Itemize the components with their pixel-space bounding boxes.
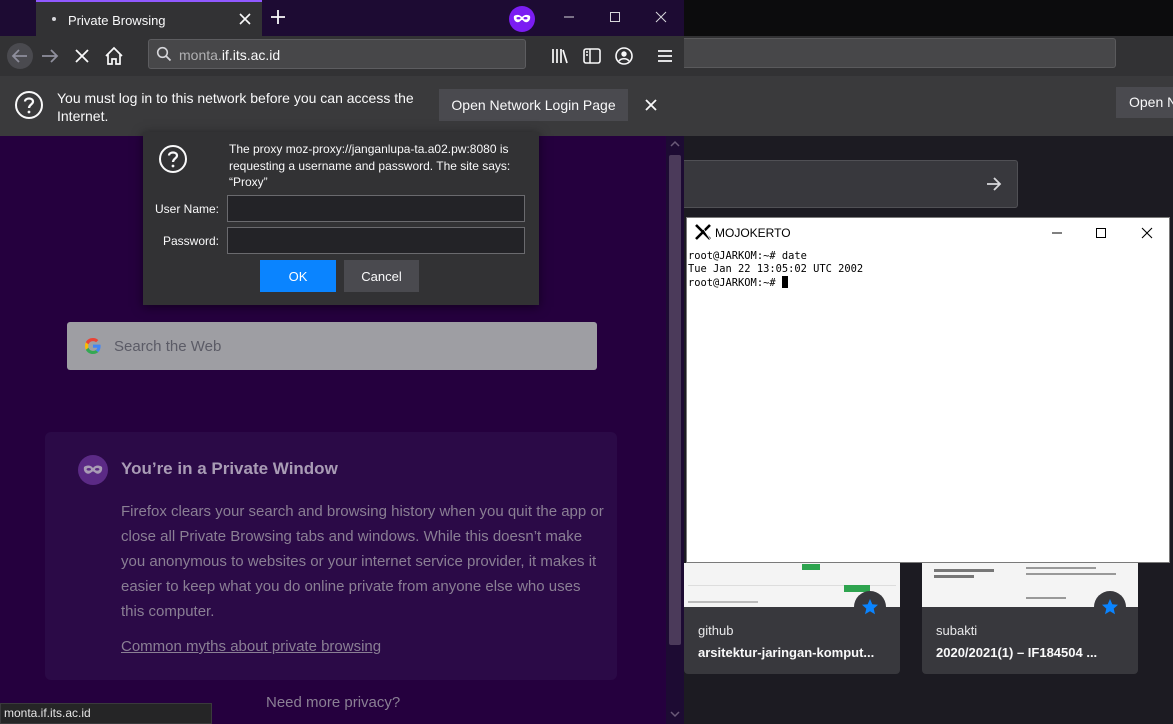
tab-private-browsing[interactable]: Private Browsing — [36, 0, 262, 36]
google-icon — [85, 338, 101, 354]
username-field[interactable] — [227, 195, 525, 222]
maximize-icon[interactable] — [606, 8, 624, 26]
network-login-notification: You must log in to this network before y… — [0, 76, 684, 136]
close-icon[interactable] — [1138, 224, 1156, 242]
ok-button[interactable]: OK — [260, 260, 336, 292]
library-icon[interactable] — [548, 44, 572, 68]
private-window-description: Firefox clears your search and browsing … — [121, 503, 604, 620]
terminal-output[interactable]: root@JARKOM:~# date Tue Jan 22 13:05:02 U… — [688, 250, 863, 290]
scroll-down-icon[interactable] — [669, 709, 681, 719]
sidebar-icon[interactable] — [580, 44, 604, 68]
search-icon — [156, 46, 172, 62]
account-icon[interactable] — [612, 44, 636, 68]
url-text: monta.if.its.ac.id — [179, 47, 280, 63]
url-prefix: monta. — [179, 47, 222, 63]
background-titlebar — [684, 0, 1173, 36]
cancel-button[interactable]: Cancel — [344, 260, 419, 292]
forward-icon[interactable] — [38, 44, 62, 68]
back-icon[interactable] — [6, 42, 34, 70]
minimize-icon[interactable] — [1048, 224, 1066, 242]
scroll-up-icon[interactable] — [669, 139, 681, 149]
tile-host: subakti — [936, 623, 978, 638]
open-network-login-button[interactable]: Open Network Login Page — [439, 89, 628, 121]
auth-message: The proxy moz-proxy://janganlupa-ta.a02.… — [229, 142, 511, 189]
arrow-right-icon[interactable] — [984, 174, 1004, 194]
terminal-prompt-line: root@JARKOM:~# — [688, 276, 863, 290]
password-label: Password: — [162, 234, 219, 248]
minimize-icon[interactable] — [560, 8, 578, 26]
close-tab-icon[interactable] — [236, 10, 254, 28]
terminal-line: Tue Jan 22 13:05:02 UTC 2002 — [688, 263, 864, 275]
proxy-auth-dialog: The proxy moz-proxy://janganlupa-ta.a02.… — [143, 132, 539, 305]
private-window-title: You’re in a Private Window — [121, 459, 338, 478]
stop-icon[interactable] — [70, 44, 94, 68]
x-logo-icon — [695, 224, 711, 240]
url-bar[interactable]: monta.if.its.ac.id — [148, 39, 526, 69]
scrollbar-thumb[interactable] — [669, 155, 681, 645]
menu-icon[interactable] — [653, 44, 677, 68]
password-field[interactable] — [227, 227, 525, 254]
background-open-login-button[interactable]: Open N — [1116, 87, 1173, 118]
top-site-tile[interactable]: github arsitektur-jaringan-komput... — [684, 563, 900, 674]
help-icon — [15, 91, 43, 119]
background-notification-bar — [684, 76, 1173, 136]
pin-star-icon — [854, 591, 886, 623]
username-label: User Name: — [154, 202, 219, 216]
text-cursor — [781, 276, 788, 288]
background-url-bar[interactable] — [684, 38, 1116, 68]
help-icon — [159, 145, 187, 173]
search-placeholder: Search the Web — [114, 338, 222, 355]
tab-loading-dot — [52, 17, 56, 21]
tab-bar: Private Browsing — [0, 0, 684, 36]
close-window-icon[interactable] — [652, 8, 670, 26]
terminal-title: MOJOKERTO — [715, 226, 791, 240]
tab-label: Private Browsing — [68, 13, 166, 28]
tile-title: arsitektur-jaringan-komput... — [698, 645, 875, 660]
background-search-box[interactable] — [684, 160, 1018, 208]
terminal-window[interactable]: MOJOKERTO root@JARKOM:~# date Tue Jan 22 … — [686, 217, 1170, 563]
private-browsing-myths-link[interactable]: Common myths about private browsing — [121, 638, 381, 655]
status-bar: monta.if.its.ac.id — [0, 703, 212, 724]
tile-host: github — [698, 623, 734, 638]
private-mask-icon — [78, 455, 108, 485]
close-icon[interactable] — [642, 96, 660, 114]
terminal-line: root@JARKOM:~# date — [688, 250, 807, 262]
private-browser-window: Private Browsing monta.if.its.ac.id You … — [0, 0, 684, 724]
new-tab-icon[interactable] — [268, 7, 288, 27]
home-icon[interactable] — [102, 44, 126, 68]
tile-title: 2020/2021(1) – IF184504 ... — [936, 645, 1098, 660]
notification-message: You must log in to this network before y… — [57, 90, 414, 124]
maximize-icon[interactable] — [1092, 224, 1110, 242]
pin-star-icon — [1094, 591, 1126, 623]
private-browsing-mask-icon — [509, 6, 535, 32]
top-site-tile[interactable]: subakti 2020/2021(1) – IF184504 ... — [922, 563, 1138, 674]
terminal-prompt: root@JARKOM:~# — [688, 277, 782, 289]
url-domain: if.its.ac.id — [221, 47, 281, 63]
more-privacy-heading: Need more privacy? — [266, 694, 401, 711]
navigation-toolbar: monta.if.its.ac.id — [0, 36, 684, 76]
